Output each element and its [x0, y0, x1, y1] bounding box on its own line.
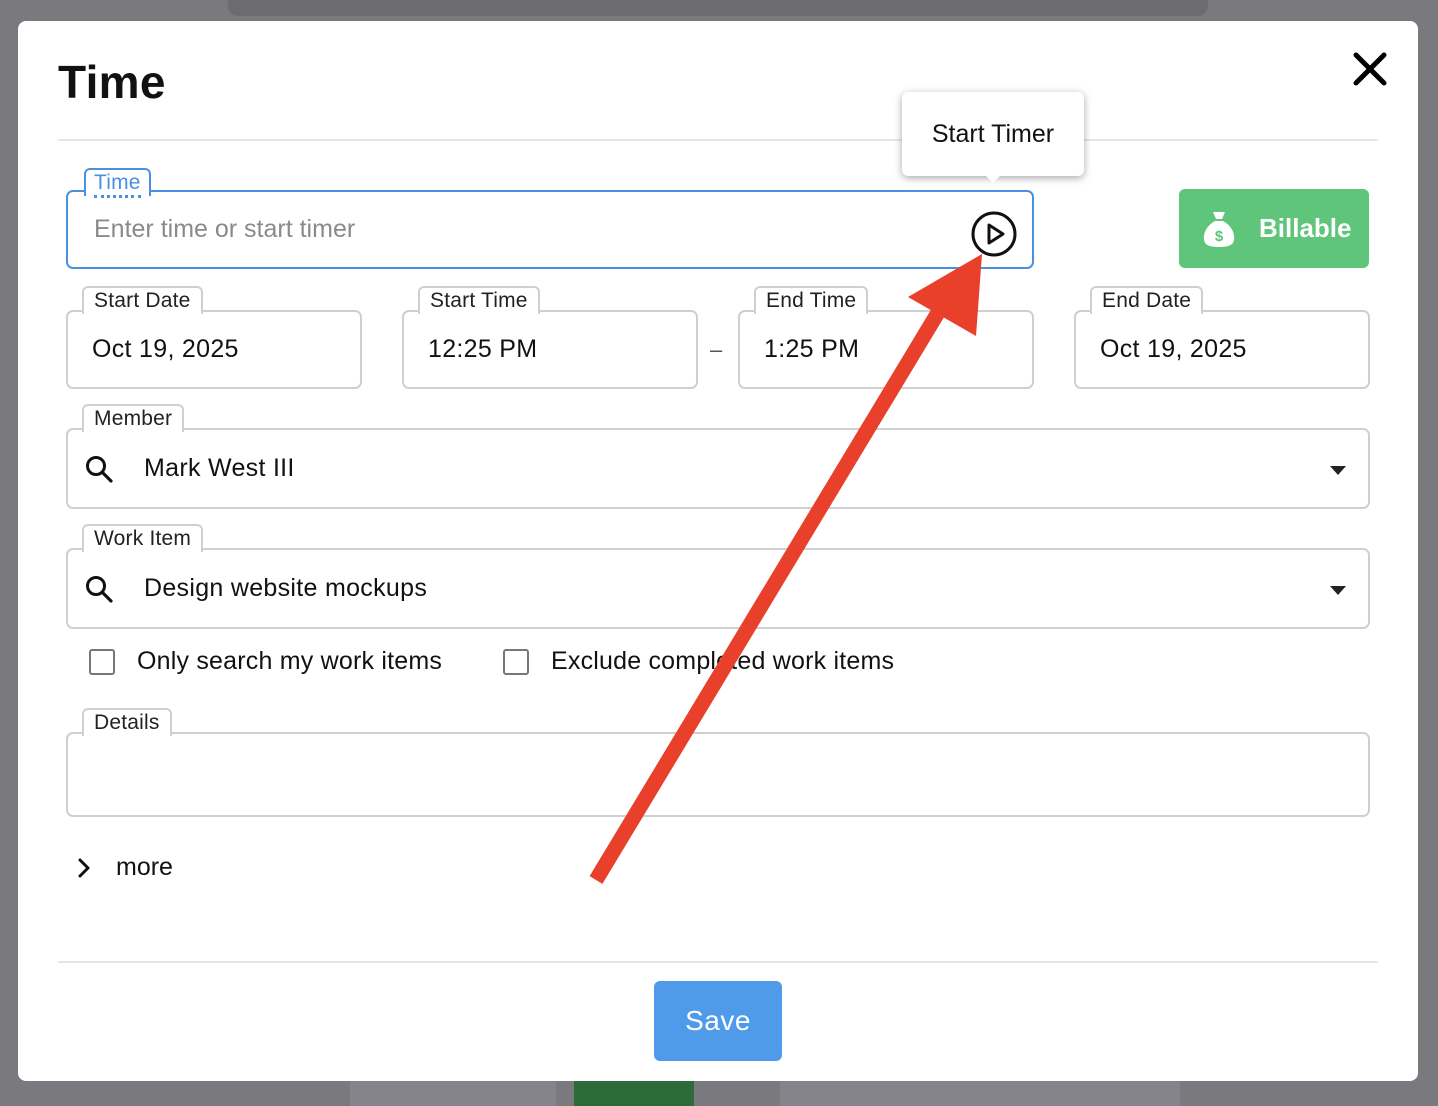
- svg-text:$: $: [1215, 228, 1224, 245]
- background-cell: [350, 1081, 556, 1106]
- start-time-label: Start Time: [418, 286, 540, 314]
- billable-toggle[interactable]: $ Billable: [1179, 189, 1369, 268]
- save-button[interactable]: Save: [654, 981, 782, 1061]
- background-toolbar: [228, 0, 1208, 16]
- close-button[interactable]: [1350, 49, 1390, 89]
- work-item-value: Design website mockups: [144, 574, 428, 602]
- chevron-down-icon[interactable]: [1330, 586, 1346, 596]
- close-icon: [1353, 52, 1387, 86]
- background-green-block: [574, 1081, 694, 1106]
- only-my-work-items-option[interactable]: Only search my work items: [89, 647, 442, 676]
- exclude-completed-checkbox[interactable]: [503, 648, 529, 675]
- only-my-work-items-label: Only search my work items: [137, 647, 443, 675]
- member-select[interactable]: Member Mark West III: [66, 404, 1370, 509]
- background-cell: [780, 1081, 1180, 1106]
- member-label: Member: [82, 404, 185, 432]
- time-entry-dialog: Time Time Start Timer $ Billable Start D…: [18, 21, 1418, 1081]
- chevron-right-icon: [78, 858, 90, 877]
- start-time-value: 12:25 PM: [428, 335, 538, 363]
- start-date-value: Oct 19, 2025: [92, 335, 239, 363]
- exclude-completed-option[interactable]: Exclude completed work items: [503, 647, 894, 676]
- start-time-field[interactable]: Start Time 12:25 PM: [402, 286, 698, 389]
- exclude-completed-label: Exclude completed work items: [551, 647, 895, 675]
- member-value: Mark West III: [144, 454, 295, 482]
- details-label: Details: [82, 708, 172, 736]
- end-date-value: Oct 19, 2025: [1100, 335, 1247, 363]
- details-field[interactable]: Details: [66, 708, 1370, 817]
- header-divider: [58, 139, 1378, 141]
- start-date-label: Start Date: [82, 286, 203, 314]
- footer-divider: [58, 961, 1378, 963]
- end-time-label: End Time: [754, 286, 869, 314]
- time-field[interactable]: Time: [66, 168, 1034, 269]
- search-icon: [86, 456, 113, 483]
- play-circle-icon: [971, 211, 1017, 257]
- tooltip-tail: [984, 174, 1002, 183]
- more-label: more: [116, 853, 173, 881]
- start-date-field[interactable]: Start Date Oct 19, 2025: [66, 286, 362, 389]
- time-range-separator: –: [710, 337, 723, 362]
- chevron-down-icon[interactable]: [1330, 466, 1346, 476]
- more-toggle[interactable]: more: [74, 853, 173, 882]
- end-time-field[interactable]: End Time 1:25 PM: [738, 286, 1034, 389]
- money-bag-icon: $: [1203, 211, 1235, 247]
- start-timer-tooltip: Start Timer: [902, 92, 1084, 176]
- work-item-label: Work Item: [82, 524, 204, 552]
- end-date-field[interactable]: End Date Oct 19, 2025: [1074, 286, 1370, 389]
- end-time-value: 1:25 PM: [764, 335, 860, 363]
- search-icon: [86, 576, 113, 603]
- work-item-select[interactable]: Work Item Design website mockups: [66, 524, 1370, 629]
- start-timer-button[interactable]: [970, 210, 1018, 258]
- time-input[interactable]: [94, 192, 954, 267]
- dialog-title: Time: [58, 56, 166, 108]
- end-date-label: End Date: [1090, 286, 1204, 314]
- billable-label: Billable: [1259, 213, 1352, 243]
- only-my-work-items-checkbox[interactable]: [89, 648, 115, 675]
